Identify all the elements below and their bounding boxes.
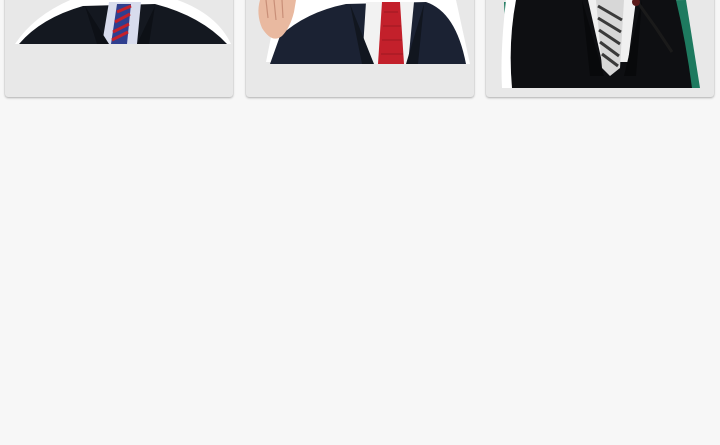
sticker-grid [0, 0, 720, 100]
sticker-card-1[interactable] [5, 0, 233, 97]
sticker-card-3[interactable] [486, 0, 714, 97]
content-background [0, 100, 720, 445]
sticker-card-2[interactable] [246, 0, 474, 97]
sticker-man-striped-tie-podium-icon [501, 0, 700, 88]
sticker-man-blue-striped-tie-icon [15, 0, 231, 44]
sticker-man-red-tie-waving-icon [258, 0, 470, 64]
